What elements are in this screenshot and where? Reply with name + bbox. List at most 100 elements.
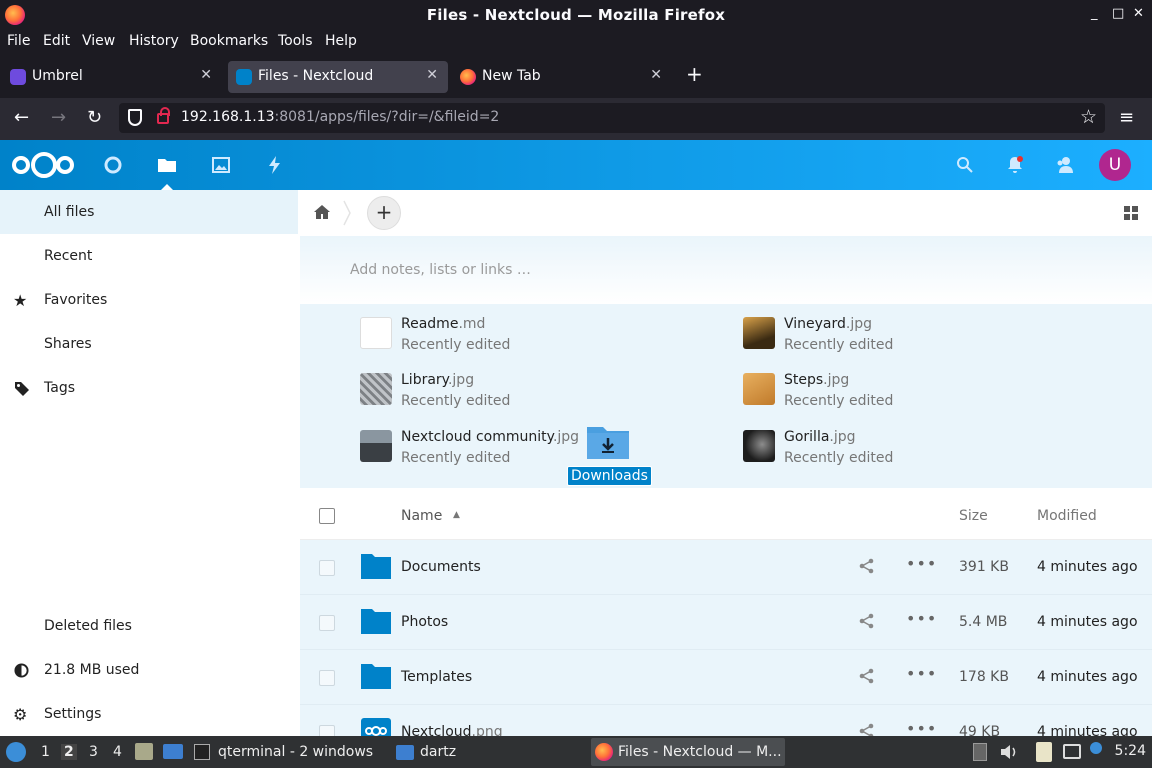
share-icon[interactable] — [859, 723, 875, 736]
more-actions-icon[interactable]: ••• — [906, 664, 937, 683]
user-avatar[interactable]: U — [1099, 149, 1131, 181]
recent-item-name: Gorilla.jpg — [784, 429, 856, 445]
forward-button[interactable]: → — [51, 107, 66, 128]
file-modified: 4 minutes ago — [1037, 724, 1138, 736]
tab-umbrel[interactable]: Umbrel ✕ — [2, 61, 222, 93]
notifications-bell-icon[interactable] — [1005, 155, 1025, 175]
dashboard-icon[interactable] — [103, 155, 123, 175]
clipboard-icon[interactable] — [1036, 742, 1052, 762]
back-button[interactable]: ← — [14, 107, 29, 128]
column-modified[interactable]: Modified — [1037, 508, 1097, 524]
close-window-button[interactable]: ✕ — [1133, 6, 1144, 21]
workspace-3[interactable]: 3 — [89, 744, 98, 760]
rich-workspace-notes[interactable]: Add notes, lists or links … — [300, 236, 1152, 304]
app-menu-button[interactable]: ≡ — [1119, 107, 1134, 128]
new-item-button[interactable]: + — [367, 196, 401, 230]
umbrel-favicon-icon — [10, 69, 26, 85]
row-checkbox[interactable] — [319, 670, 335, 686]
row-checkbox[interactable] — [319, 560, 335, 576]
sidebar-item-label: Tags — [44, 380, 75, 396]
file-thumbnail — [360, 373, 392, 405]
maximize-button[interactable]: □ — [1112, 6, 1124, 21]
volume-icon[interactable] — [1000, 744, 1018, 760]
tray-device-icon[interactable] — [973, 743, 987, 761]
search-icon[interactable] — [955, 155, 975, 175]
menu-history[interactable]: History — [129, 33, 179, 49]
contacts-icon[interactable] — [1055, 155, 1075, 175]
menu-view[interactable]: View — [82, 33, 115, 49]
bookmark-star-icon[interactable]: ☆ — [1080, 106, 1097, 128]
file-modified: 4 minutes ago — [1037, 614, 1138, 630]
column-size[interactable]: Size — [959, 508, 988, 524]
recent-item[interactable]: Vineyard.jpg Recently edited — [743, 316, 1083, 364]
show-desktop-icon[interactable] — [163, 744, 183, 759]
minimize-button[interactable]: _ — [1091, 6, 1098, 21]
recent-item[interactable]: Library.jpg Recently edited — [360, 372, 700, 420]
tracking-shield-icon[interactable] — [128, 109, 142, 126]
taskbar-app-firefox[interactable]: Files - Nextcloud — M... — [591, 738, 785, 766]
file-name: Templates — [401, 669, 473, 685]
menu-help[interactable]: Help — [325, 33, 357, 49]
share-icon[interactable] — [859, 613, 875, 629]
more-actions-icon[interactable]: ••• — [906, 609, 937, 628]
sidebar-item-favorites[interactable]: ★ Favorites — [0, 278, 298, 322]
file-manager-launcher-icon[interactable] — [135, 743, 153, 760]
dragged-downloads-folder-icon[interactable] — [586, 424, 630, 460]
table-row[interactable]: Templates ••• 178 KB 4 minutes ago — [300, 650, 1152, 705]
tab-close-icon[interactable]: ✕ — [426, 67, 438, 83]
menu-file[interactable]: File — [7, 33, 30, 49]
photos-app-icon[interactable] — [211, 155, 231, 175]
new-tab-button[interactable]: + — [686, 62, 703, 86]
tab-close-icon[interactable]: ✕ — [200, 67, 212, 83]
file-thumbnail — [743, 373, 775, 405]
network-icon[interactable] — [1063, 744, 1081, 759]
url-text[interactable]: 192.168.1.13:8081/apps/files/?dir=/&file… — [181, 109, 499, 125]
workspace-1[interactable]: 1 — [41, 744, 50, 760]
grid-view-icon[interactable] — [1124, 206, 1138, 220]
tab-files-nextcloud[interactable]: Files - Nextcloud ✕ — [228, 61, 448, 93]
table-row[interactable]: Documents ••• 391 KB 4 minutes ago — [300, 540, 1152, 595]
reload-button[interactable]: ↻ — [87, 107, 102, 128]
sidebar-item-shares[interactable]: Shares — [0, 322, 298, 366]
menu-edit[interactable]: Edit — [43, 33, 70, 49]
recent-item[interactable]: Steps.jpg Recently edited — [743, 372, 1083, 420]
insecure-lock-icon[interactable] — [157, 107, 170, 124]
taskbar-app-qterminal[interactable]: qterminal - 2 windows — [190, 738, 380, 766]
file-modified: 4 minutes ago — [1037, 559, 1138, 575]
nextcloud-logo-icon[interactable] — [12, 152, 74, 178]
sort-ascending-icon[interactable]: ▲ — [453, 510, 460, 520]
files-app-icon[interactable] — [157, 155, 177, 175]
menu-bookmarks[interactable]: Bookmarks — [190, 33, 268, 49]
column-name[interactable]: Name — [401, 508, 442, 524]
more-actions-icon[interactable]: ••• — [906, 719, 937, 736]
menu-tools[interactable]: Tools — [278, 33, 313, 49]
home-icon[interactable] — [314, 205, 330, 219]
share-icon[interactable] — [859, 668, 875, 684]
sidebar-item-deleted-files[interactable]: Deleted files — [0, 604, 298, 648]
taskbar-app-dartz[interactable]: dartz — [392, 738, 582, 766]
notification-info-icon[interactable] — [1090, 742, 1102, 754]
select-all-checkbox[interactable] — [319, 508, 335, 524]
sidebar-item-tags[interactable]: Tags — [0, 366, 298, 410]
sidebar-item-all-files[interactable]: All files — [0, 190, 298, 234]
share-icon[interactable] — [859, 558, 875, 574]
tab-new-tab[interactable]: New Tab ✕ — [452, 61, 672, 93]
recent-item-name: Steps.jpg — [784, 372, 850, 388]
sidebar-quota[interactable]: 21.8 MB used — [0, 648, 298, 692]
table-row[interactable]: Photos ••• 5.4 MB 4 minutes ago — [300, 595, 1152, 650]
start-menu-icon[interactable] — [6, 742, 26, 762]
sidebar-item-settings[interactable]: ⚙ Settings — [0, 692, 298, 736]
tab-close-icon[interactable]: ✕ — [650, 67, 662, 83]
recent-item[interactable]: Readme.md Recently edited — [360, 316, 700, 364]
row-checkbox[interactable] — [319, 725, 335, 736]
recent-item[interactable]: Gorilla.jpg Recently edited — [743, 429, 1083, 477]
activity-app-icon[interactable] — [265, 155, 285, 175]
more-actions-icon[interactable]: ••• — [906, 554, 937, 573]
file-size: 49 KB — [959, 724, 1001, 736]
url-bar[interactable]: 192.168.1.13:8081/apps/files/?dir=/&file… — [119, 103, 1105, 133]
sidebar-item-recent[interactable]: Recent — [0, 234, 298, 278]
workspace-4[interactable]: 4 — [113, 744, 122, 760]
workspace-2[interactable]: 2 — [61, 744, 77, 760]
row-checkbox[interactable] — [319, 615, 335, 631]
table-row[interactable]: Nextcloud.png ••• 49 KB 4 minutes ago — [300, 705, 1152, 736]
